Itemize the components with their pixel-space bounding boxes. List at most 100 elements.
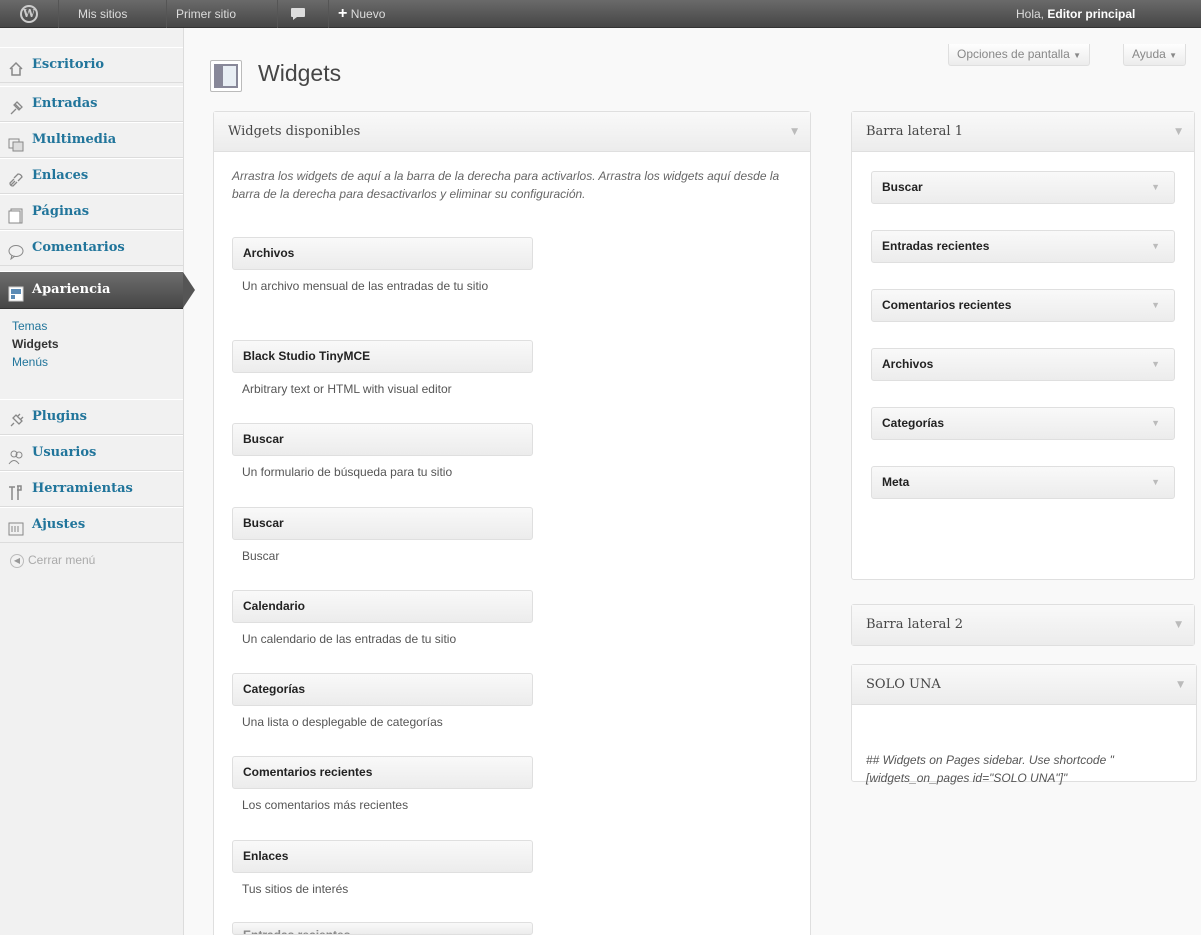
widget-description: Arbitrary text or HTML with visual edito… [242, 382, 452, 396]
menu-pages[interactable]: Páginas [0, 194, 183, 230]
menu-appearance[interactable]: Apariencia [0, 271, 195, 309]
available-widgets-header[interactable]: Widgets disponibles ▼ [214, 112, 810, 152]
solo-una-title: SOLO UNA [866, 677, 941, 692]
sidebar-widget-meta[interactable]: Meta ▼ [871, 466, 1175, 499]
sidebar-widget-entradas-recientes[interactable]: Entradas recientes ▼ [871, 230, 1175, 263]
sidebar-widget-label: Comentarios recientes [882, 298, 1012, 312]
submenu-menus[interactable]: Menús [12, 355, 48, 369]
sidebar-widget-categorias[interactable]: Categorías ▼ [871, 407, 1175, 440]
submenu-themes[interactable]: Temas [12, 319, 47, 333]
solo-una-header[interactable]: SOLO UNA ▼ [852, 665, 1196, 705]
sidebar-widget-buscar[interactable]: Buscar ▼ [871, 171, 1175, 204]
chevron-down-icon[interactable]: ▼ [1175, 605, 1182, 645]
collapse-label: Cerrar menú [28, 553, 96, 567]
widget-entradas-recientes[interactable]: Entradas recientes [232, 922, 533, 935]
page-title: Widgets [258, 60, 342, 86]
menu-users[interactable]: Usuarios [0, 435, 183, 471]
new-label: Nuevo [350, 7, 386, 21]
menu-media[interactable]: Multimedia [0, 122, 183, 158]
chevron-down-icon[interactable]: ▼ [1151, 231, 1160, 262]
chevron-down-icon: ▼ [1073, 51, 1082, 60]
menu-label: Plugins [32, 409, 87, 424]
sidebar-widget-label: Entradas recientes [882, 239, 990, 253]
plugin-icon [8, 409, 24, 427]
user-greeting[interactable]: Hola, Editor principal [1016, 0, 1135, 28]
menu-label: Entradas [32, 96, 98, 111]
submenu-widgets[interactable]: Widgets [12, 337, 59, 351]
pushpin-icon [8, 96, 24, 115]
widget-buscar-2[interactable]: Buscar [232, 507, 533, 540]
menu-label: Ajustes [32, 517, 86, 532]
widget-description: Un calendario de las entradas de tu siti… [242, 632, 457, 646]
chevron-down-icon[interactable]: ▼ [1151, 290, 1160, 321]
chevron-down-icon[interactable]: ▼ [791, 112, 798, 152]
sidebar-widget-label: Archivos [882, 357, 934, 371]
sidebar-widget-label: Buscar [882, 180, 923, 194]
chevron-down-icon[interactable]: ▼ [1151, 467, 1160, 498]
chevron-down-icon[interactable]: ▼ [1151, 349, 1160, 380]
chevron-down-icon[interactable]: ▼ [1175, 112, 1182, 152]
chevron-down-icon[interactable]: ▼ [1177, 665, 1184, 705]
sidebar-widget-archivos[interactable]: Archivos ▼ [871, 348, 1175, 381]
widget-enlaces[interactable]: Enlaces [232, 840, 533, 873]
site-name-link[interactable]: Primer sitio [176, 0, 236, 28]
users-icon [8, 445, 24, 465]
user-name: Editor principal [1047, 7, 1136, 21]
media-icon [8, 132, 24, 152]
wordpress-logo-icon[interactable]: W [20, 5, 38, 23]
sidebar-widget-label: Categorías [882, 416, 945, 430]
sidebar-1-header[interactable]: Barra lateral 1 ▼ [852, 112, 1194, 152]
my-sites-link[interactable]: Mis sitios [78, 0, 127, 28]
comment-icon [8, 240, 24, 261]
widget-buscar[interactable]: Buscar [232, 423, 533, 456]
menu-label: Comentarios [32, 240, 125, 255]
menu-label: Páginas [32, 204, 90, 219]
dashboard-icon [8, 57, 24, 76]
menu-comments[interactable]: Comentarios [0, 230, 183, 266]
menu-posts[interactable]: Entradas [0, 86, 183, 122]
sidebar-widget-comentarios-recientes[interactable]: Comentarios recientes ▼ [871, 289, 1175, 322]
menu-label: Escritorio [32, 57, 105, 72]
menu-links[interactable]: Enlaces [0, 158, 183, 194]
widget-description: Tus sitios de interés [242, 882, 349, 896]
menu-label: Herramientas [32, 481, 133, 496]
plus-icon: + [338, 5, 348, 22]
solo-una-description: ## Widgets on Pages sidebar. Use shortco… [866, 753, 1114, 785]
sidebar-2-title: Barra lateral 2 [866, 617, 963, 632]
comments-bubble-icon[interactable] [290, 0, 312, 28]
menu-settings[interactable]: Ajustes [0, 507, 183, 543]
menu-label: Multimedia [32, 132, 117, 147]
chevron-down-icon[interactable]: ▼ [1151, 408, 1160, 439]
widget-description: Un archivo mensual de las entradas de tu… [242, 279, 489, 293]
widget-description: Los comentarios más recientes [242, 798, 409, 812]
sidebar-2-header[interactable]: Barra lateral 2 ▼ [852, 605, 1194, 645]
sidebar-widget-label: Meta [882, 475, 910, 489]
widget-description: Una lista o desplegable de categorías [242, 715, 443, 729]
collapse-menu-button[interactable]: ◀ Cerrar menú [10, 553, 95, 568]
admin-bar: W Mis sitios Primer sitio + Nuevo Hola, … [0, 0, 1201, 28]
sidebar-1-title: Barra lateral 1 [866, 124, 963, 139]
widget-archivos[interactable]: Archivos [232, 237, 533, 270]
menu-dashboard[interactable]: Escritorio [0, 47, 183, 83]
help-button[interactable]: Ayuda ▼ [1123, 44, 1187, 66]
widget-categorias[interactable]: Categorías [232, 673, 533, 706]
screen-options-label: Opciones de pantalla [957, 47, 1070, 61]
widget-description: Buscar [242, 549, 280, 563]
page-icon [8, 204, 24, 224]
chevron-down-icon: ▼ [1169, 51, 1178, 60]
link-icon [8, 168, 24, 187]
menu-label: Usuarios [32, 445, 97, 460]
sidebar-2-panel: Barra lateral 2 ▼ [851, 604, 1195, 646]
collapse-arrow-icon: ◀ [10, 553, 24, 568]
widget-black-studio-tinymce[interactable]: Black Studio TinyMCE [232, 340, 533, 373]
screen-options-button[interactable]: Opciones de pantalla ▼ [948, 44, 1091, 66]
chevron-down-icon[interactable]: ▼ [1151, 172, 1160, 203]
menu-plugins[interactable]: Plugins [0, 399, 183, 435]
menu-tools[interactable]: Herramientas [0, 471, 183, 507]
settings-icon [8, 517, 24, 536]
new-content-menu[interactable]: + Nuevo [338, 0, 385, 28]
widgets-page-icon [210, 60, 242, 92]
widget-comentarios-recientes[interactable]: Comentarios recientes [232, 756, 533, 789]
greeting-text: Hola, [1016, 7, 1045, 21]
widget-calendario[interactable]: Calendario [232, 590, 533, 623]
